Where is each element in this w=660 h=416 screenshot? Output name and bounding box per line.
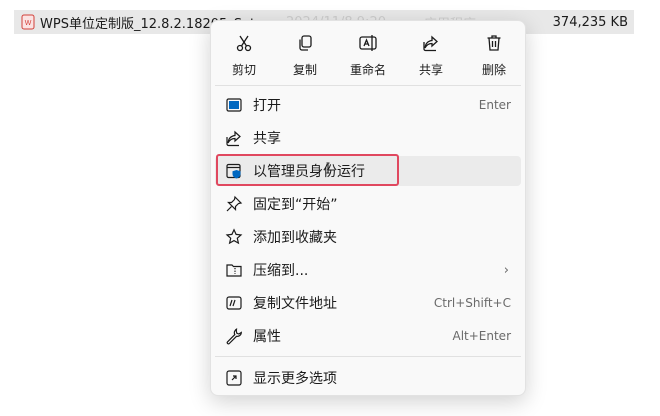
copy-label: 复制 [292, 63, 317, 77]
menu-item-label: 以管理员身份运行 [253, 164, 365, 180]
menu-item-label: 固定到“开始” [253, 197, 338, 213]
menu-separator [215, 85, 521, 86]
chevron-right-icon: › [503, 262, 509, 278]
trash-icon [487, 35, 501, 51]
copy-icon [299, 35, 312, 51]
menu-item-open[interactable]: 打开 Enter [215, 90, 521, 120]
rename-icon [359, 35, 377, 51]
menu-item-label: 属性 [253, 329, 281, 345]
share-button[interactable]: 共享 [401, 27, 461, 89]
file-size: 374,235 KB [552, 14, 628, 30]
share-icon [423, 35, 438, 52]
menu-item-share[interactable]: 共享 [215, 123, 521, 153]
cursor-icon [326, 162, 330, 174]
rename-label: 重命名 [349, 63, 386, 77]
share-label: 共享 [418, 63, 443, 77]
delete-button[interactable]: 删除 [464, 27, 524, 89]
share-icon [225, 129, 243, 147]
menu-item-run-as-admin[interactable]: 以管理员身份运行 [215, 156, 521, 186]
cut-label: 剪切 [231, 63, 256, 77]
menu-item-shortcut: Enter [478, 98, 511, 112]
menu-item-label: 共享 [253, 131, 281, 147]
zip-icon [225, 261, 243, 279]
copy-path-icon [225, 294, 243, 312]
scissors-icon [236, 35, 252, 52]
star-icon [225, 228, 243, 246]
menu-item-copy-path[interactable]: 复制文件地址 Ctrl+Shift+C [215, 288, 521, 318]
quick-actions-bar: 剪切 复制 重命名 共享 删除 [211, 27, 525, 93]
menu-separator [215, 356, 521, 357]
menu-item-pin-to-start[interactable]: 固定到“开始” [215, 189, 521, 219]
menu-item-show-more-options[interactable]: 显示更多选项 [215, 363, 521, 393]
menu-item-label: 添加到收藏夹 [253, 230, 337, 246]
menu-item-compress-to[interactable]: 压缩到... › [215, 255, 521, 285]
wps-file-icon: W [21, 14, 35, 30]
open-app-icon [225, 96, 243, 114]
menu-item-shortcut: Ctrl+Shift+C [433, 296, 511, 310]
wrench-icon [225, 327, 243, 345]
menu-item-label: 打开 [253, 98, 281, 114]
copy-button[interactable]: 复制 [275, 27, 335, 89]
menu-item-label: 压缩到... [253, 263, 309, 279]
menu-item-label: 复制文件地址 [253, 296, 337, 312]
menu-item-properties[interactable]: 属性 Alt+Enter [215, 321, 521, 351]
menu-item-shortcut: Alt+Enter [452, 329, 511, 343]
cut-button[interactable]: 剪切 [214, 27, 274, 89]
rename-button[interactable]: 重命名 [338, 27, 398, 89]
menu-item-label: 显示更多选项 [253, 371, 337, 387]
shield-window-icon [225, 162, 243, 180]
delete-label: 删除 [481, 63, 506, 77]
context-menu: 剪切 复制 重命名 共享 删除 打开 Enter 共享 以管理员身份运行 固定到… [210, 20, 526, 396]
pin-icon [225, 195, 243, 213]
more-options-icon [225, 369, 243, 387]
svg-text:W: W [25, 20, 32, 27]
menu-item-add-favorites[interactable]: 添加到收藏夹 [215, 222, 521, 252]
